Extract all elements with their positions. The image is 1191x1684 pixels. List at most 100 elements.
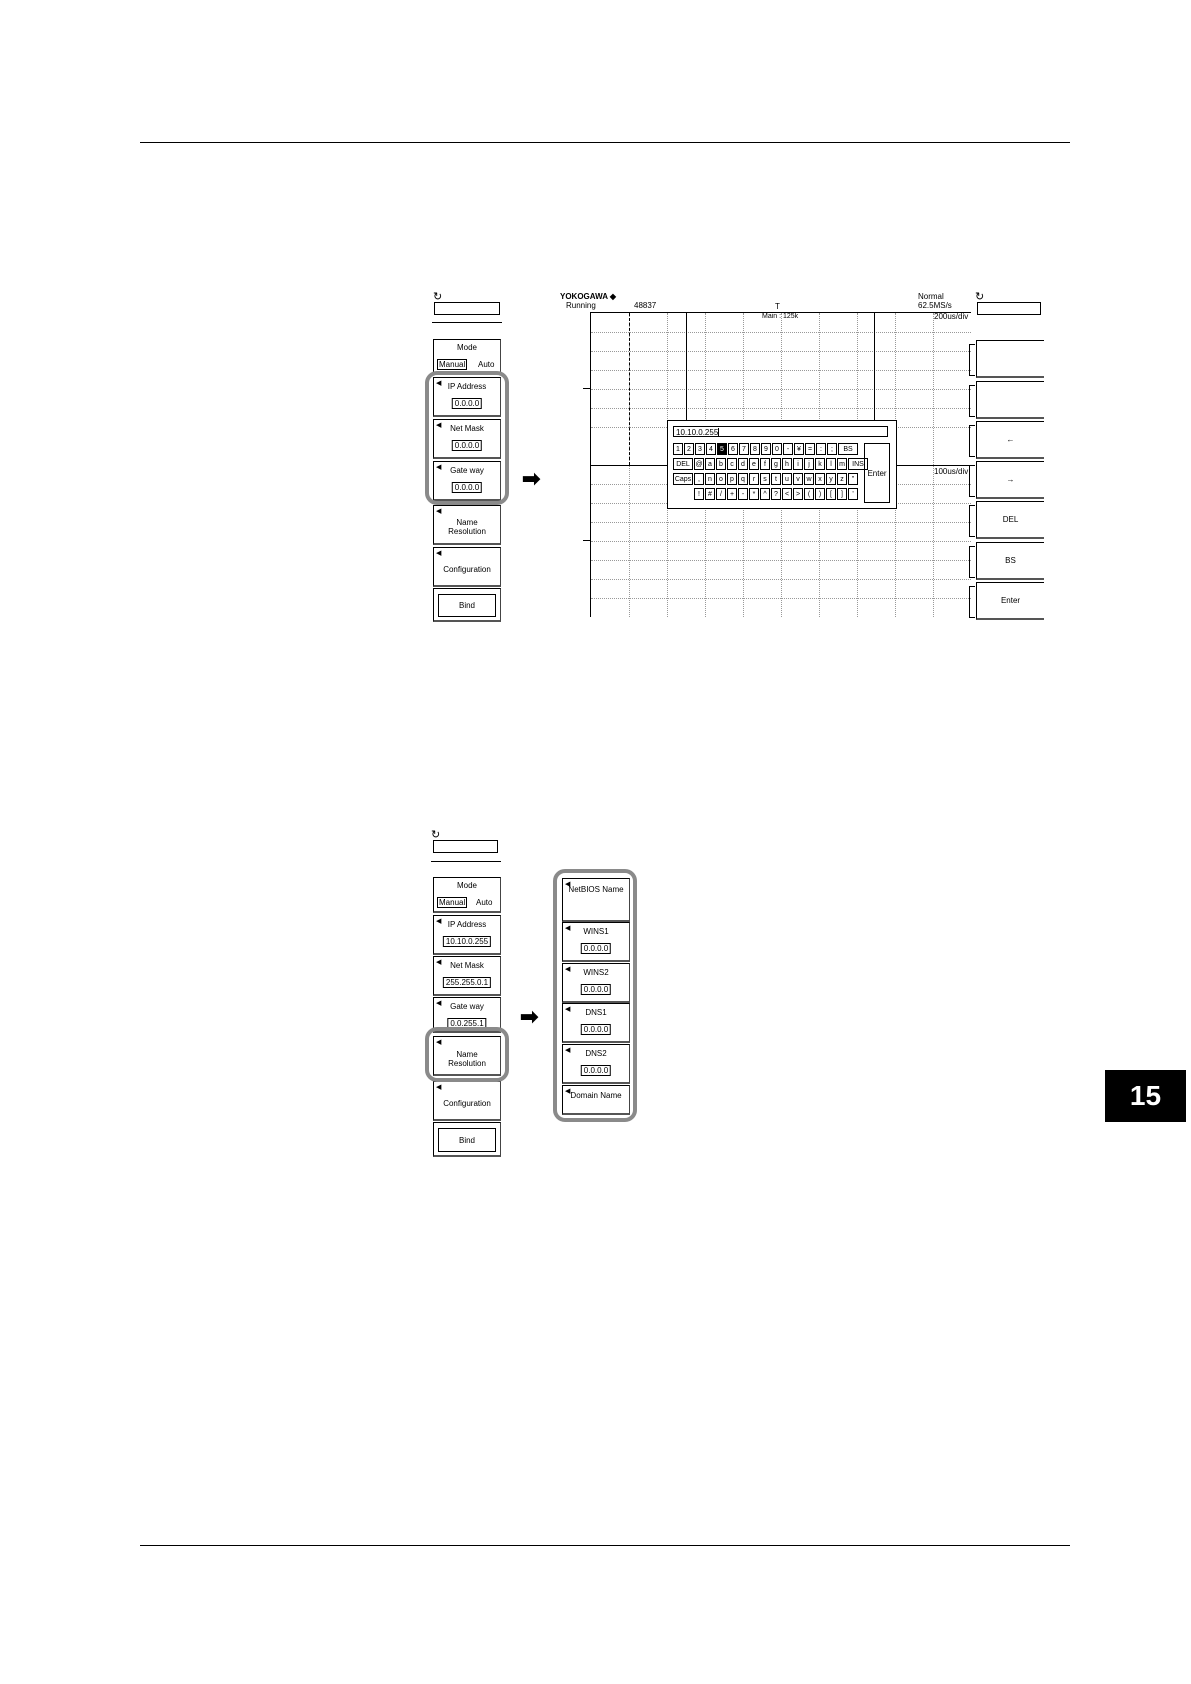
mode-manual-option[interactable]: Manual: [437, 359, 468, 370]
keyboard-key[interactable]: !: [694, 488, 704, 500]
keyboard-key[interactable]: 3: [695, 443, 705, 455]
keyboard-key[interactable]: r: [749, 473, 759, 485]
keyboard-key[interactable]: :: [816, 443, 826, 455]
mode-auto-option[interactable]: Auto: [478, 360, 494, 369]
keyboard-key[interactable]: 2: [684, 443, 694, 455]
keyboard-key[interactable]: 4: [706, 443, 716, 455]
keyboard-key[interactable]: t: [771, 473, 781, 485]
keyboard-key[interactable]: @: [694, 458, 704, 470]
keyboard-key[interactable]: s: [760, 473, 770, 485]
keyboard-key[interactable]: i: [793, 458, 803, 470]
keyboard-key[interactable]: l: [826, 458, 836, 470]
bs-softkey[interactable]: BS: [976, 542, 1044, 580]
keyboard-key[interactable]: 8: [750, 443, 760, 455]
keyboard-key[interactable]: +: [727, 488, 737, 500]
keyboard-key[interactable]: u: [782, 473, 792, 485]
right-softkey-blank-2[interactable]: [976, 381, 1044, 419]
configuration-softkey[interactable]: ◀ Configuration: [433, 1081, 501, 1121]
keyboard-key[interactable]: 0: [772, 443, 782, 455]
keyboard-key[interactable]: -: [783, 443, 793, 455]
cursor-right-softkey[interactable]: →: [976, 461, 1044, 499]
keyboard-key[interactable]: ¥: [794, 443, 804, 455]
chapter-tab: 15: [1105, 1070, 1186, 1122]
configuration-softkey[interactable]: ◀ Configuration: [433, 547, 501, 587]
acquisition-mode: Normal: [918, 292, 944, 301]
highlight-submenu: [553, 869, 637, 1122]
keyboard-key[interactable]: >: [793, 488, 803, 500]
keyboard-key[interactable]: ): [815, 488, 825, 500]
keyboard-enter-key[interactable]: Enter: [864, 443, 890, 503]
name-resolution-softkey[interactable]: ◀ Name Resolution: [433, 505, 501, 545]
keyboard-key[interactable]: 1: [673, 443, 683, 455]
keyboard-del-key[interactable]: DEL: [673, 458, 693, 470]
keyboard-key[interactable]: k: [815, 458, 825, 470]
keyboard-key[interactable]: d: [738, 458, 748, 470]
keyboard-key[interactable]: ^: [760, 488, 770, 500]
keyboard-key[interactable]: a: [705, 458, 715, 470]
keyboard-key[interactable]: *: [749, 488, 759, 500]
softkey-bracket: [969, 344, 975, 376]
keyboard-key[interactable]: z: [837, 473, 847, 485]
keyboard-key[interactable]: n: [705, 473, 715, 485]
mode-softkey[interactable]: Mode Manual Auto: [433, 339, 501, 375]
del-softkey[interactable]: DEL: [976, 501, 1044, 539]
keyboard-key[interactable]: p: [727, 473, 737, 485]
keyboard-key[interactable]: ': [848, 488, 858, 500]
bind-button[interactable]: Bind: [438, 594, 496, 617]
keyboard-key[interactable]: h: [782, 458, 792, 470]
net-mask-label: Net Mask: [450, 961, 484, 970]
keyboard-key[interactable]: 7: [739, 443, 749, 455]
right-softkey-blank-1[interactable]: [976, 340, 1044, 378]
bind-softkey[interactable]: Bind: [433, 1122, 501, 1157]
keyboard-key[interactable]: /: [716, 488, 726, 500]
net-mask-softkey[interactable]: ◀ Net Mask 255.255.0.1: [433, 956, 501, 996]
arrow-right-icon: ➡: [520, 1004, 539, 1029]
mode-softkey[interactable]: Mode Manual Auto: [433, 877, 501, 913]
mode-auto-option[interactable]: Auto: [476, 898, 492, 907]
keyboard-key[interactable]: ?: [771, 488, 781, 500]
keyboard-key[interactable]: ": [848, 473, 858, 485]
mode-manual-option[interactable]: Manual: [437, 897, 468, 908]
keyboard-key[interactable]: ;: [827, 443, 837, 455]
keyboard-key[interactable]: f: [760, 458, 770, 470]
bottom-rule: [140, 1545, 1070, 1546]
keyboard-key[interactable]: #: [705, 488, 715, 500]
keyboard-key[interactable]: ]: [837, 488, 847, 500]
keyboard-key[interactable]: 5: [717, 443, 727, 455]
net-mask-value: 255.255.0.1: [442, 977, 492, 988]
keyboard-key[interactable]: (: [804, 488, 814, 500]
gateway-label: Gate way: [450, 1002, 484, 1011]
keyboard-key[interactable]: c: [727, 458, 737, 470]
keyboard-caps-key[interactable]: Caps: [673, 473, 693, 485]
keyboard-key[interactable]: y: [826, 473, 836, 485]
keyboard-key[interactable]: g: [771, 458, 781, 470]
configuration-label: Configuration: [443, 565, 491, 574]
keyboard-key[interactable]: q: [738, 473, 748, 485]
keyboard-key[interactable]: e: [749, 458, 759, 470]
keyboard-key[interactable]: o: [716, 473, 726, 485]
keyboard-input[interactable]: 10.10.0.255: [673, 426, 888, 438]
keyboard-key[interactable]: ,: [694, 473, 704, 485]
ip-address-value: 10.10.0.255: [442, 936, 492, 947]
mode-label: Mode: [456, 881, 477, 890]
keyboard-key[interactable]: m: [837, 458, 847, 470]
keyboard-key[interactable]: b: [716, 458, 726, 470]
keyboard-key[interactable]: v: [793, 473, 803, 485]
ip-address-softkey[interactable]: ◀ IP Address 10.10.0.255: [433, 915, 501, 955]
keyboard-key[interactable]: j: [804, 458, 814, 470]
bind-button[interactable]: Bind: [438, 1128, 496, 1152]
character-keyboard: 10.10.0.255 1 2 3 4 5 6 7 8 9 0- ¥ =:; BS DEL @ a b c d e f g…: [667, 420, 897, 509]
keyboard-key[interactable]: =: [805, 443, 815, 455]
keyboard-key[interactable]: w: [804, 473, 814, 485]
keyboard-key[interactable]: -: [738, 488, 748, 500]
keyboard-key[interactable]: 6: [728, 443, 738, 455]
acquisition-count: 48837: [634, 301, 657, 310]
keyboard-bs-key[interactable]: BS: [838, 443, 858, 455]
keyboard-key[interactable]: <: [782, 488, 792, 500]
bind-softkey[interactable]: Bind: [433, 588, 501, 622]
keyboard-key[interactable]: [: [826, 488, 836, 500]
enter-softkey[interactable]: Enter: [976, 582, 1044, 620]
cursor-left-softkey[interactable]: ←: [976, 421, 1044, 459]
keyboard-key[interactable]: x: [815, 473, 825, 485]
keyboard-key[interactable]: 9: [761, 443, 771, 455]
